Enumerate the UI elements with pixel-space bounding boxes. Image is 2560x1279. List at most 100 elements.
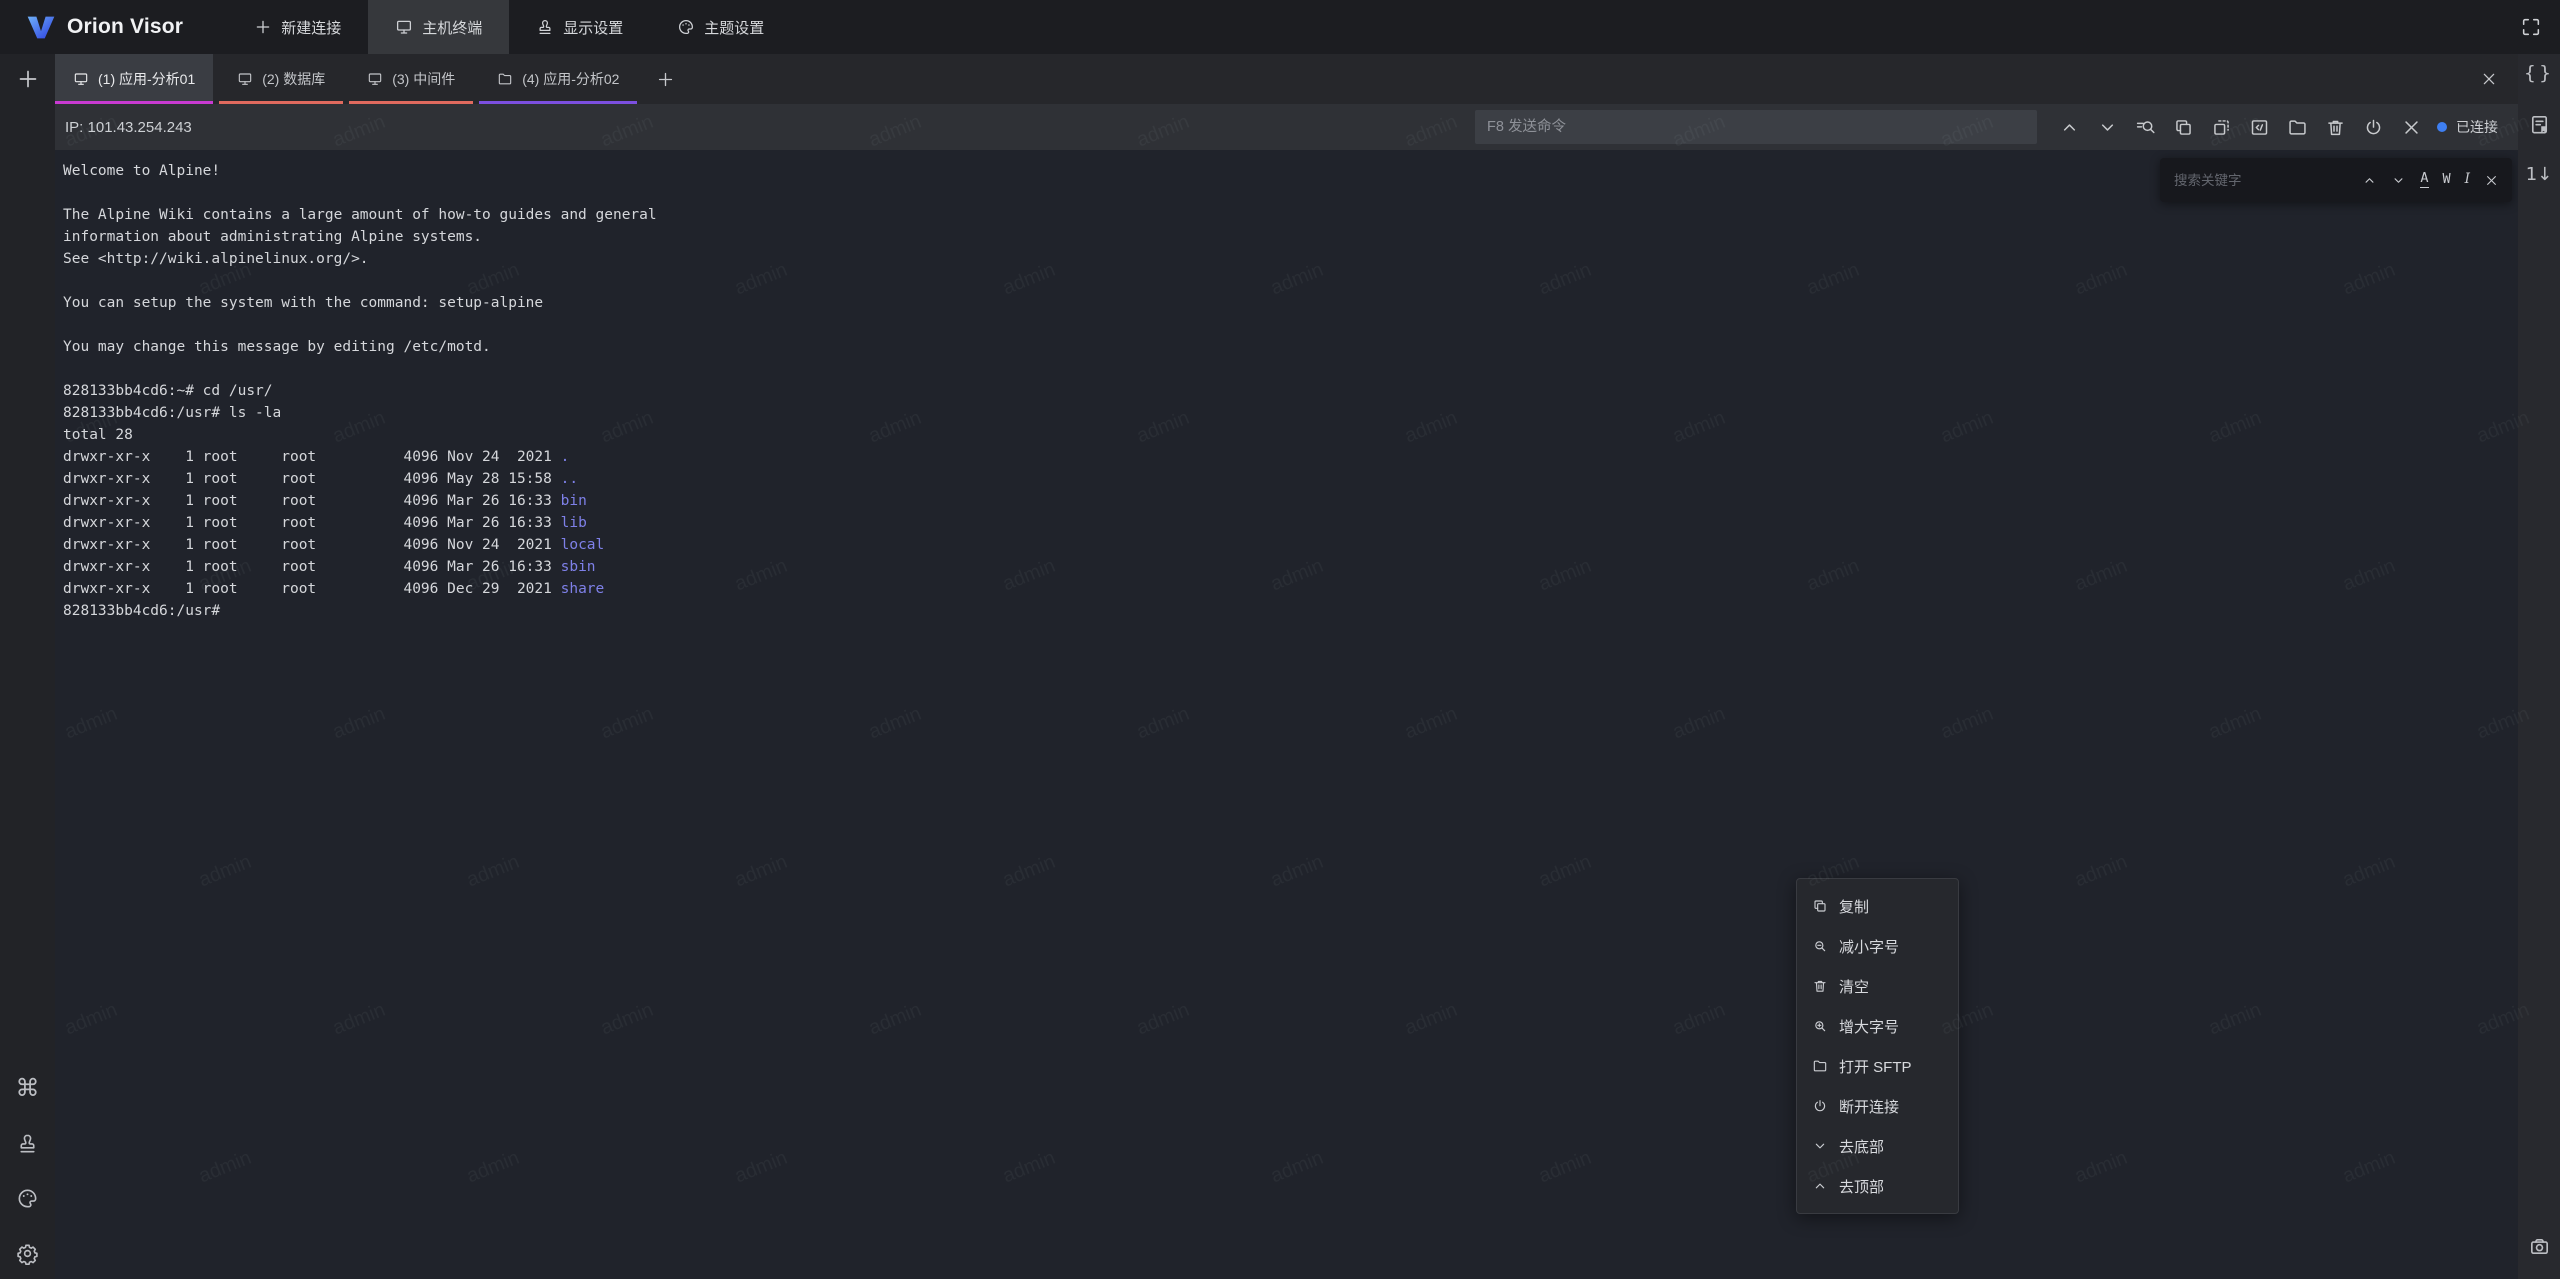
power-icon xyxy=(1812,1098,1828,1114)
chevron-up-icon xyxy=(1812,1178,1828,1194)
context-menu-label: 打开 SFTP xyxy=(1839,1056,1912,1077)
command-icon: ⌘ xyxy=(16,1076,40,1100)
display-settings-button[interactable] xyxy=(16,1132,39,1155)
topbar-item-label: 主机终端 xyxy=(422,17,482,38)
tab-underline xyxy=(349,101,473,104)
command-input[interactable] xyxy=(1475,110,2037,144)
close-icon xyxy=(2480,70,2498,88)
context-menu-item-decrease-font[interactable]: 减小字号 xyxy=(1797,926,1958,966)
context-menu-label: 断开连接 xyxy=(1839,1096,1899,1117)
topbar-item-label: 显示设置 xyxy=(563,17,623,38)
copy-icon xyxy=(1812,898,1828,914)
terminal-line xyxy=(63,314,2518,336)
settings-button[interactable] xyxy=(16,1242,39,1265)
search-close-button[interactable] xyxy=(2484,173,2499,188)
tab-underline xyxy=(479,101,637,104)
terminal-line xyxy=(63,182,2518,204)
braces-icon: {} xyxy=(2524,64,2554,83)
topbar-menu: 新建连接 主机终端 显示设置 主题设置 xyxy=(227,0,791,54)
search-minus-icon xyxy=(1812,938,1828,954)
orion-visor-logo xyxy=(26,14,56,41)
tab-underline xyxy=(219,101,343,104)
context-menu-label: 增大字号 xyxy=(1839,1016,1899,1037)
context-menu-item-increase-font[interactable]: 增大字号 xyxy=(1797,1006,1958,1046)
whole-word-toggle[interactable]: W xyxy=(2443,173,2451,188)
context-menu-item-to-bottom[interactable]: 去底部 xyxy=(1797,1126,1958,1166)
context-menu-label: 去底部 xyxy=(1839,1136,1884,1157)
session-notes-button[interactable] xyxy=(2528,113,2551,136)
tab-database[interactable]: (2) 数据库 xyxy=(219,54,343,104)
terminal-line: drwxr-xr-x 1 root root 4096 Dec 29 2021 … xyxy=(63,578,2518,600)
new-tab-button[interactable] xyxy=(656,70,675,89)
paste-button[interactable] xyxy=(2211,117,2232,138)
terminal[interactable]: Welcome to Alpine!The Alpine Wiki contai… xyxy=(55,150,2518,1279)
context-menu-item-disconnect[interactable]: 断开连接 xyxy=(1797,1086,1958,1126)
tab-app-analysis-01[interactable]: (1) 应用-分析01 xyxy=(55,54,213,104)
toolbar-icons xyxy=(2059,117,2422,138)
terminal-line: You may change this message by editing /… xyxy=(63,336,2518,358)
scroll-to-top-button[interactable] xyxy=(2059,117,2080,138)
topbar-item-new-connection[interactable]: 新建连接 xyxy=(227,0,368,54)
fullscreen-button[interactable] xyxy=(2520,16,2542,38)
search-input[interactable] xyxy=(2174,173,2354,188)
terminal-line: drwxr-xr-x 1 root root 4096 Mar 26 16:33… xyxy=(63,490,2518,512)
match-case-toggle[interactable]: A xyxy=(2420,172,2428,188)
folder-icon xyxy=(497,71,513,87)
screenshot-button[interactable] xyxy=(2528,1235,2551,1258)
search-prev-button[interactable] xyxy=(2362,173,2377,188)
topbar-item-label: 主题设置 xyxy=(704,17,764,38)
terminal-line: See <http://wiki.alpinelinux.org/>. xyxy=(63,248,2518,270)
sftp-button[interactable] xyxy=(2287,117,2308,138)
close-terminal-button[interactable] xyxy=(2401,117,2422,138)
tab-label: (2) 数据库 xyxy=(262,69,325,89)
disconnect-button[interactable] xyxy=(2363,117,2384,138)
tabbar-close-button[interactable] xyxy=(2480,70,2498,88)
palette-icon xyxy=(16,1187,39,1210)
regex-toggle[interactable]: I xyxy=(2465,173,2470,188)
terminal-line: drwxr-xr-x 1 root root 4096 May 28 15:58… xyxy=(63,468,2518,490)
search-next-button[interactable] xyxy=(2391,173,2406,188)
command-snippet-button[interactable] xyxy=(2249,117,2270,138)
app-title: Orion Visor xyxy=(67,15,183,39)
right-sidebar: {} 1↓ xyxy=(2518,54,2560,1279)
topbar-item-display-settings[interactable]: 显示设置 xyxy=(509,0,650,54)
folder-icon xyxy=(1812,1058,1828,1074)
variables-button[interactable]: {} xyxy=(2524,64,2554,83)
monitor-icon xyxy=(395,18,413,36)
topbar-item-host-terminal[interactable]: 主机终端 xyxy=(368,0,509,54)
theme-settings-button[interactable] xyxy=(16,1187,39,1210)
tab-app-analysis-02[interactable]: (4) 应用-分析02 xyxy=(479,54,637,104)
context-menu-item-clear[interactable]: 清空 xyxy=(1797,966,1958,1006)
scroll-to-bottom-button[interactable] xyxy=(2097,117,2118,138)
tabbar: (1) 应用-分析01 (2) 数据库 (3) 中间件 (4) 应用-分析02 xyxy=(55,54,2518,104)
terminal-line: You can setup the system with the comman… xyxy=(63,292,2518,314)
chevron-up-icon xyxy=(2059,117,2080,138)
plus-icon xyxy=(656,70,675,89)
close-icon xyxy=(2401,117,2422,138)
tab-label: (3) 中间件 xyxy=(392,69,455,89)
camera-icon xyxy=(2528,1235,2551,1258)
status-label: 已连接 xyxy=(2456,117,2498,137)
terminal-line: 828133bb4cd6:~# cd /usr/ xyxy=(63,380,2518,402)
tab-middleware[interactable]: (3) 中间件 xyxy=(349,54,473,104)
context-menu-item-copy[interactable]: 复制 xyxy=(1797,886,1958,926)
plus-icon xyxy=(16,67,40,91)
right-sidebar-top: {} 1↓ xyxy=(2524,64,2554,184)
terminal-line xyxy=(63,358,2518,380)
shortcut-keys-button[interactable]: ⌘ xyxy=(16,1076,40,1100)
new-connection-tab-button[interactable] xyxy=(16,67,40,91)
terminal-line: Welcome to Alpine! xyxy=(63,160,2518,182)
search-button[interactable] xyxy=(2135,117,2156,138)
tab-label: (1) 应用-分析01 xyxy=(98,69,195,89)
terminal-line: 828133bb4cd6:/usr# xyxy=(63,600,2518,622)
terminal-line: drwxr-xr-x 1 root root 4096 Nov 24 2021 … xyxy=(63,534,2518,556)
topbar-item-theme-settings[interactable]: 主题设置 xyxy=(650,0,791,54)
copy-button[interactable] xyxy=(2173,117,2194,138)
context-menu-item-open-sftp[interactable]: 打开 SFTP xyxy=(1797,1046,1958,1086)
paste-icon xyxy=(2211,117,2232,138)
clear-button[interactable] xyxy=(2325,117,2346,138)
context-menu-label: 去顶部 xyxy=(1839,1176,1884,1197)
context-menu-item-to-top[interactable]: 去顶部 xyxy=(1797,1166,1958,1206)
sort-order-button[interactable]: 1↓ xyxy=(2526,166,2553,184)
terminal-search-panel: AWI xyxy=(2160,158,2512,202)
